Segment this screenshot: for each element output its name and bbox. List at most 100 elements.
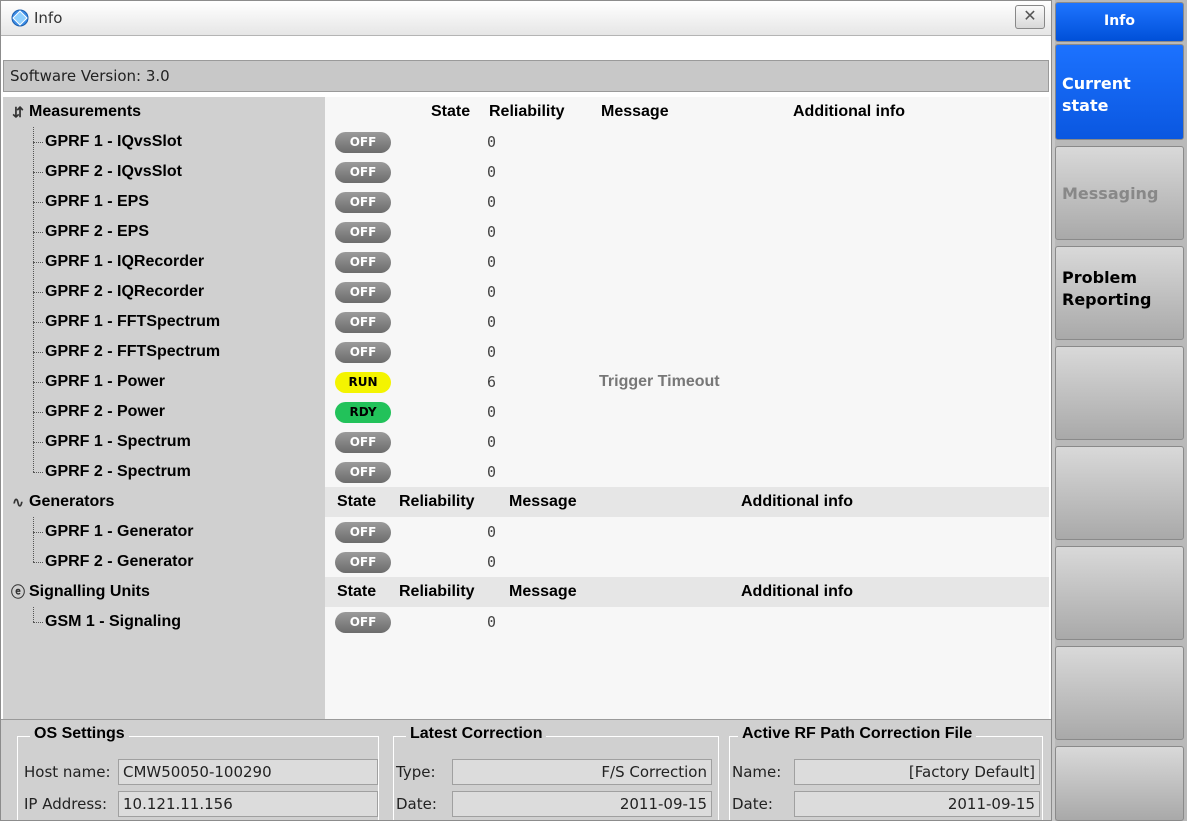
tree-item[interactable]: GPRF 1 - Spectrum OFF 0 bbox=[3, 427, 1049, 457]
tree-item[interactable]: GPRF 1 - Generator OFF 0 bbox=[3, 517, 1049, 547]
correction-type-row: Type: F/S Correction bbox=[396, 759, 718, 785]
host-name-label: Host name: bbox=[24, 763, 111, 781]
tree-item[interactable]: GPRF 1 - FFTSpectrum OFF 0 bbox=[3, 307, 1049, 337]
group-label: Measurements bbox=[29, 103, 142, 120]
os-settings-group: OS Settings Host name: CMW50050-100290 I… bbox=[17, 725, 379, 820]
state-badge: RUN bbox=[335, 372, 391, 393]
info-dialog: Info ✕ Software Version: 3.0 ⇵ Measuremen… bbox=[0, 0, 1052, 821]
state-badge: OFF bbox=[335, 522, 391, 543]
tree-item[interactable]: GPRF 1 - EPS OFF 0 bbox=[3, 187, 1049, 217]
rf-name-value: [Factory Default] bbox=[908, 763, 1035, 781]
state-badge: RDY bbox=[335, 402, 391, 423]
state-badge: OFF bbox=[335, 462, 391, 483]
tree-item-label: GPRF 2 - IQvsSlot bbox=[45, 163, 182, 180]
reliability-value: 0 bbox=[487, 523, 497, 541]
tree-connector-line bbox=[33, 127, 34, 472]
group-header-generators[interactable]: ∿ Generators State Reliability Message Additi… bbox=[3, 487, 1049, 517]
correction-date-value: 2011-09-15 bbox=[619, 795, 707, 813]
tree-item-label: GPRF 1 - Generator bbox=[45, 523, 194, 540]
tree-connector bbox=[33, 472, 43, 473]
problem-reporting-label: Problem Reporting bbox=[1062, 268, 1152, 309]
state-badge: OFF bbox=[335, 552, 391, 573]
tree-item-label: GPRF 1 - IQvsSlot bbox=[45, 133, 182, 150]
ip-address-label: IP Address: bbox=[24, 795, 108, 813]
tree-item[interactable]: GPRF 2 - Power RDY 0 bbox=[3, 397, 1049, 427]
column-header-reliability: Reliability bbox=[399, 493, 475, 510]
tree-item[interactable]: GPRF 2 - Generator OFF 0 bbox=[3, 547, 1049, 577]
empty-softkey-1[interactable] bbox=[1055, 346, 1184, 440]
column-header-message: Message bbox=[601, 103, 669, 120]
state-badge: OFF bbox=[335, 432, 391, 453]
state-badge: OFF bbox=[335, 612, 391, 633]
correction-date-row: Date: 2011-09-15 bbox=[396, 791, 718, 817]
correction-type-label: Type: bbox=[396, 763, 436, 781]
tree-connector bbox=[33, 382, 43, 383]
close-button[interactable]: ✕ bbox=[1015, 5, 1045, 29]
column-header-state: State bbox=[337, 583, 377, 600]
state-badge: OFF bbox=[335, 162, 391, 183]
tree-connector bbox=[33, 352, 43, 353]
tree-item-label: GPRF 2 - Power bbox=[45, 403, 166, 420]
tree-item[interactable]: GPRF 2 - FFTSpectrum OFF 0 bbox=[3, 337, 1049, 367]
rf-date-label: Date: bbox=[732, 795, 773, 813]
column-header-reliability: Reliability bbox=[399, 583, 475, 600]
rf-name-label: Name: bbox=[732, 763, 782, 781]
messaging-label: Messaging bbox=[1062, 184, 1159, 203]
empty-softkey-5[interactable] bbox=[1055, 746, 1184, 821]
measurements-icon: ⇵ bbox=[12, 104, 24, 120]
tree-item-label: GSM 1 - Signaling bbox=[45, 613, 182, 630]
signalling-units-icon: ⓔ bbox=[11, 584, 25, 600]
status-tree: ⇵ Measurements State Reliability Message Addi… bbox=[3, 97, 1049, 719]
reliability-value: 0 bbox=[487, 193, 497, 211]
messaging-softkey[interactable]: Messaging bbox=[1055, 146, 1184, 240]
tree-connector bbox=[33, 322, 43, 323]
active-rf-correction-title: Active RF Path Correction File bbox=[738, 725, 977, 743]
tree-item[interactable]: GPRF 1 - IQvsSlot OFF 0 bbox=[3, 127, 1049, 157]
tree-item-label: GPRF 2 - FFTSpectrum bbox=[45, 343, 221, 360]
tree-connector-line bbox=[33, 517, 34, 562]
reliability-value: 0 bbox=[487, 283, 497, 301]
empty-softkey-4[interactable] bbox=[1055, 646, 1184, 740]
correction-type-field: F/S Correction bbox=[452, 759, 712, 785]
rf-date-field: 2011-09-15 bbox=[794, 791, 1040, 817]
tree-item[interactable]: GPRF 2 - Spectrum OFF 0 bbox=[3, 457, 1049, 487]
correction-date-field: 2011-09-15 bbox=[452, 791, 712, 817]
tree-item-label: GPRF 1 - IQRecorder bbox=[45, 253, 205, 270]
reliability-value: 0 bbox=[487, 163, 497, 181]
reliability-value: 0 bbox=[487, 133, 497, 151]
tree-item[interactable]: GPRF 2 - IQvsSlot OFF 0 bbox=[3, 157, 1049, 187]
current-state-softkey[interactable]: Current state bbox=[1055, 44, 1184, 140]
tree-item-label: GPRF 2 - Generator bbox=[45, 553, 194, 570]
tree-item[interactable]: GPRF 2 - IQRecorder OFF 0 bbox=[3, 277, 1049, 307]
state-badge: OFF bbox=[335, 342, 391, 363]
reliability-value: 0 bbox=[487, 223, 497, 241]
tree-connector bbox=[33, 202, 43, 203]
column-header-additional: Additional info bbox=[741, 583, 853, 600]
latest-correction-group: Latest Correction Type: F/S Correction D… bbox=[393, 725, 719, 820]
rf-date-value: 2011-09-15 bbox=[947, 795, 1035, 813]
empty-softkey-3[interactable] bbox=[1055, 546, 1184, 640]
software-version: Software Version: 3.0 bbox=[10, 67, 170, 85]
column-header-additional: Additional info bbox=[741, 493, 853, 510]
tree-item-label: GPRF 1 - Power bbox=[45, 373, 166, 390]
bottom-info-area: OS Settings Host name: CMW50050-100290 I… bbox=[1, 719, 1051, 820]
correction-date-label: Date: bbox=[396, 795, 437, 813]
column-header-reliability: Reliability bbox=[489, 103, 565, 120]
tree-item[interactable]: GSM 1 - Signaling OFF 0 bbox=[3, 607, 1049, 637]
tree-item[interactable]: GPRF 1 - Power RUN 6 Trigger Timeout bbox=[3, 367, 1049, 397]
empty-softkey-2[interactable] bbox=[1055, 446, 1184, 540]
tree-item[interactable]: GPRF 2 - EPS OFF 0 bbox=[3, 217, 1049, 247]
tree-connector bbox=[33, 262, 43, 263]
tree-connector bbox=[33, 622, 43, 623]
rf-name-row: Name: [Factory Default] bbox=[732, 759, 1042, 785]
group-header-measurements[interactable]: ⇵ Measurements State Reliability Message Addi… bbox=[3, 97, 1049, 127]
close-icon: ✕ bbox=[1023, 8, 1037, 25]
reliability-value: 0 bbox=[487, 253, 497, 271]
column-header-state: State bbox=[431, 103, 471, 120]
group-label: Signalling Units bbox=[29, 583, 150, 600]
tree-item[interactable]: GPRF 1 - IQRecorder OFF 0 bbox=[3, 247, 1049, 277]
tree-connector bbox=[33, 142, 43, 143]
problem-reporting-softkey[interactable]: Problem Reporting bbox=[1055, 246, 1184, 340]
tree-connector bbox=[33, 532, 43, 533]
group-header-signalling-units[interactable]: ⓔ Signalling Units State Reliability Message… bbox=[3, 577, 1049, 607]
